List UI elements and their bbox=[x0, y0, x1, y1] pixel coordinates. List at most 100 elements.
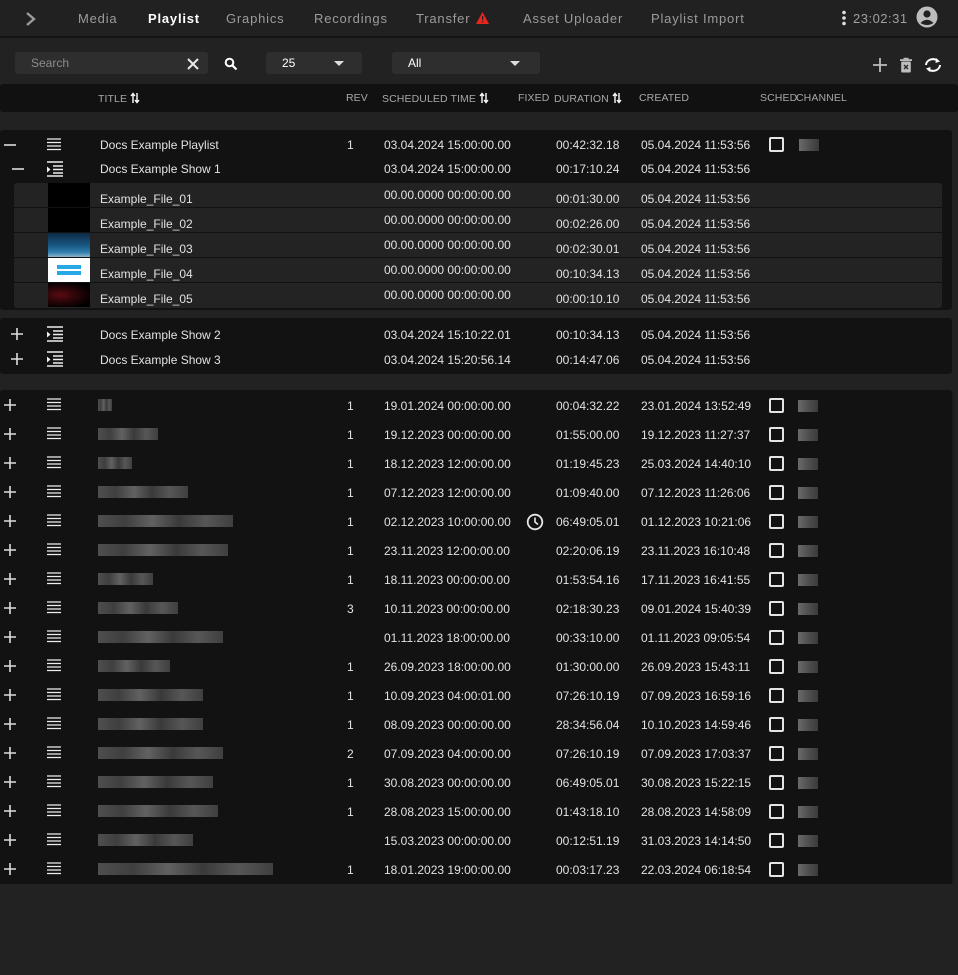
tab-transfer[interactable]: Transfer bbox=[416, 11, 470, 26]
search-input[interactable] bbox=[15, 52, 185, 74]
playlist-row[interactable]: 1 07.12.2023 12:00:00.00 01:09:40.00 07.12.… bbox=[0, 479, 952, 504]
tab-graphics[interactable]: Graphics bbox=[226, 11, 284, 26]
playlist-icon bbox=[47, 833, 61, 846]
playlist-row[interactable]: 1 30.08.2023 00:00:00.00 06:49:05.01 30.08.… bbox=[0, 769, 952, 794]
plus-icon[interactable] bbox=[872, 57, 888, 73]
expand-icon[interactable] bbox=[3, 659, 17, 673]
playlist-row[interactable]: 1 19.12.2023 00:00:00.00 01:55:00.00 19.12.… bbox=[0, 421, 952, 446]
expand-icon[interactable] bbox=[3, 746, 17, 760]
sched-checkbox[interactable] bbox=[769, 485, 784, 500]
kebab-menu-icon[interactable] bbox=[841, 10, 847, 26]
playlist-row[interactable]: 1 18.01.2023 19:00:00.00 00:03:17.23 22.03.… bbox=[0, 856, 952, 881]
expand-icon[interactable] bbox=[3, 862, 17, 876]
playlist-row[interactable]: 15.03.2023 00:00:00.00 00:12:51.19 31.03.2… bbox=[0, 827, 952, 852]
sched-checkbox[interactable] bbox=[769, 717, 784, 732]
sched-checkbox[interactable] bbox=[769, 862, 784, 877]
sched-checkbox[interactable] bbox=[769, 688, 784, 703]
sched-checkbox[interactable] bbox=[769, 630, 784, 645]
sched-checkbox[interactable] bbox=[769, 601, 784, 616]
sched-checkbox[interactable] bbox=[769, 543, 784, 558]
expand-icon[interactable] bbox=[3, 630, 17, 644]
column-duration[interactable]: DURATION bbox=[554, 92, 622, 105]
sched-checkbox[interactable] bbox=[769, 572, 784, 587]
expand-icon[interactable] bbox=[3, 456, 17, 470]
scheduled-time: 26.09.2023 18:00:00.00 bbox=[384, 660, 511, 674]
playlist-row[interactable]: 01.11.2023 18:00:00.00 00:33:10.00 01.11.2… bbox=[0, 624, 952, 649]
sched-checkbox[interactable] bbox=[769, 746, 784, 761]
filter-select[interactable]: All bbox=[392, 52, 540, 74]
playlist-row[interactable]: 3 10.11.2023 00:00:00.00 02:18:30.23 09.01.… bbox=[0, 595, 952, 620]
file-row[interactable]: Example_File_01 00.00.0000 00:00:00.00 0… bbox=[14, 183, 942, 208]
sched-checkbox[interactable] bbox=[769, 833, 784, 848]
playlist-row[interactable]: 1 28.08.2023 15:00:00.00 01:43:18.10 28.08.… bbox=[0, 798, 952, 823]
rev: 1 bbox=[347, 544, 354, 558]
sched-checkbox[interactable] bbox=[769, 456, 784, 471]
show-row[interactable]: Docs Example Show 1 03.04.2024 15:00:00.… bbox=[0, 156, 952, 181]
file-row[interactable]: Example_File_02 00.00.0000 00:00:00.00 0… bbox=[14, 208, 942, 233]
collapse-icon[interactable] bbox=[3, 138, 17, 152]
created: 05.04.2024 11:53:56 bbox=[641, 267, 751, 281]
column-title[interactable]: TITLE bbox=[98, 92, 140, 105]
show-row[interactable]: Docs Example Show 2 03.04.2024 15:10:22.… bbox=[0, 322, 952, 347]
sched-checkbox[interactable] bbox=[769, 427, 784, 442]
expand-icon[interactable] bbox=[3, 485, 17, 499]
rev: 2 bbox=[347, 747, 354, 761]
sync-icon[interactable] bbox=[923, 57, 943, 73]
scheduled-time: 10.11.2023 00:00:00.00 bbox=[384, 602, 510, 616]
show-title: Docs Example Show 2 bbox=[100, 328, 221, 342]
show-files-list: Example_File_01 00.00.0000 00:00:00.00 0… bbox=[14, 183, 942, 308]
playlist-row[interactable]: 1 23.11.2023 12:00:00.00 02:20:06.19 23.11.… bbox=[0, 537, 952, 562]
sched-checkbox[interactable] bbox=[769, 659, 784, 674]
sched-checkbox[interactable] bbox=[769, 137, 784, 152]
collapse-icon[interactable] bbox=[11, 162, 25, 176]
expand-icon[interactable] bbox=[3, 688, 17, 702]
sort-icon[interactable] bbox=[479, 92, 489, 104]
sched-checkbox[interactable] bbox=[769, 804, 784, 819]
tab-playlist[interactable]: Playlist bbox=[148, 11, 200, 26]
trash-icon[interactable] bbox=[898, 57, 914, 73]
playlist-row[interactable]: 1 08.09.2023 00:00:00.00 28:34:56.04 10.10.… bbox=[0, 711, 952, 736]
chevron-right-icon[interactable] bbox=[22, 9, 40, 29]
tab-asset-uploader[interactable]: Asset Uploader bbox=[523, 11, 623, 26]
file-row[interactable]: Example_File_05 00.00.0000 00:00:00.00 0… bbox=[14, 283, 942, 308]
search-icon[interactable] bbox=[224, 57, 238, 71]
expand-icon[interactable] bbox=[3, 804, 17, 818]
playlist-row[interactable]: 1 18.12.2023 12:00:00.00 01:19:45.23 25.03.… bbox=[0, 450, 952, 475]
account-circle-icon[interactable] bbox=[916, 6, 938, 28]
expand-icon[interactable] bbox=[3, 717, 17, 731]
expand-icon[interactable] bbox=[3, 427, 17, 441]
expand-icon[interactable] bbox=[3, 601, 17, 615]
tab-recordings[interactable]: Recordings bbox=[314, 11, 388, 26]
rev: 1 bbox=[347, 689, 354, 703]
playlist-row[interactable]: 1 10.09.2023 04:00:01.00 07:26:10.19 07.09.… bbox=[0, 682, 952, 707]
sched-checkbox[interactable] bbox=[769, 398, 784, 413]
tab-playlist-import[interactable]: Playlist Import bbox=[651, 11, 745, 26]
file-row[interactable]: Example_File_04 00.00.0000 00:00:00.00 0… bbox=[14, 258, 942, 283]
expand-icon[interactable] bbox=[3, 514, 17, 528]
expand-icon[interactable] bbox=[10, 327, 24, 341]
tab-media[interactable]: Media bbox=[78, 11, 117, 26]
expand-icon[interactable] bbox=[3, 543, 17, 557]
playlist-row[interactable]: 2 07.09.2023 04:00:00.00 07:26:10.19 07.09.… bbox=[0, 740, 952, 765]
sort-icon[interactable] bbox=[130, 92, 140, 104]
playlist-row[interactable]: 1 19.01.2024 00:00:00.00 00:04:32.22 23.01.… bbox=[0, 392, 952, 417]
clear-search-icon[interactable] bbox=[187, 58, 199, 70]
expand-icon[interactable] bbox=[3, 398, 17, 412]
playlist-row[interactable]: 1 18.11.2023 00:00:00.00 01:53:54.16 17.11.… bbox=[0, 566, 952, 591]
expand-icon[interactable] bbox=[3, 833, 17, 847]
sched-checkbox[interactable] bbox=[769, 514, 784, 529]
playlist-row[interactable]: 1 26.09.2023 18:00:00.00 01:30:00.00 26.09.… bbox=[0, 653, 952, 678]
expand-icon[interactable] bbox=[10, 352, 24, 366]
show-row[interactable]: Docs Example Show 3 03.04.2024 15:20:56.… bbox=[0, 347, 952, 372]
playlist-row[interactable]: 1 02.12.2023 10:00:00.00 06:49:05.01 01.12.… bbox=[0, 508, 952, 533]
column-scheduled-time[interactable]: SCHEDULED TIME bbox=[382, 92, 489, 105]
page-size-select[interactable]: 25 bbox=[266, 52, 362, 74]
sched-checkbox[interactable] bbox=[769, 775, 784, 790]
expand-icon[interactable] bbox=[3, 572, 17, 586]
scheduled-time: 10.09.2023 04:00:01.00 bbox=[384, 689, 511, 703]
file-row[interactable]: Example_File_03 00.00.0000 00:00:00.00 0… bbox=[14, 233, 942, 258]
playlist-row[interactable]: Docs Example Playlist 1 03.04.2024 15:00… bbox=[0, 132, 952, 157]
show-icon bbox=[47, 326, 63, 342]
expand-icon[interactable] bbox=[3, 775, 17, 789]
sort-icon[interactable] bbox=[612, 92, 622, 104]
